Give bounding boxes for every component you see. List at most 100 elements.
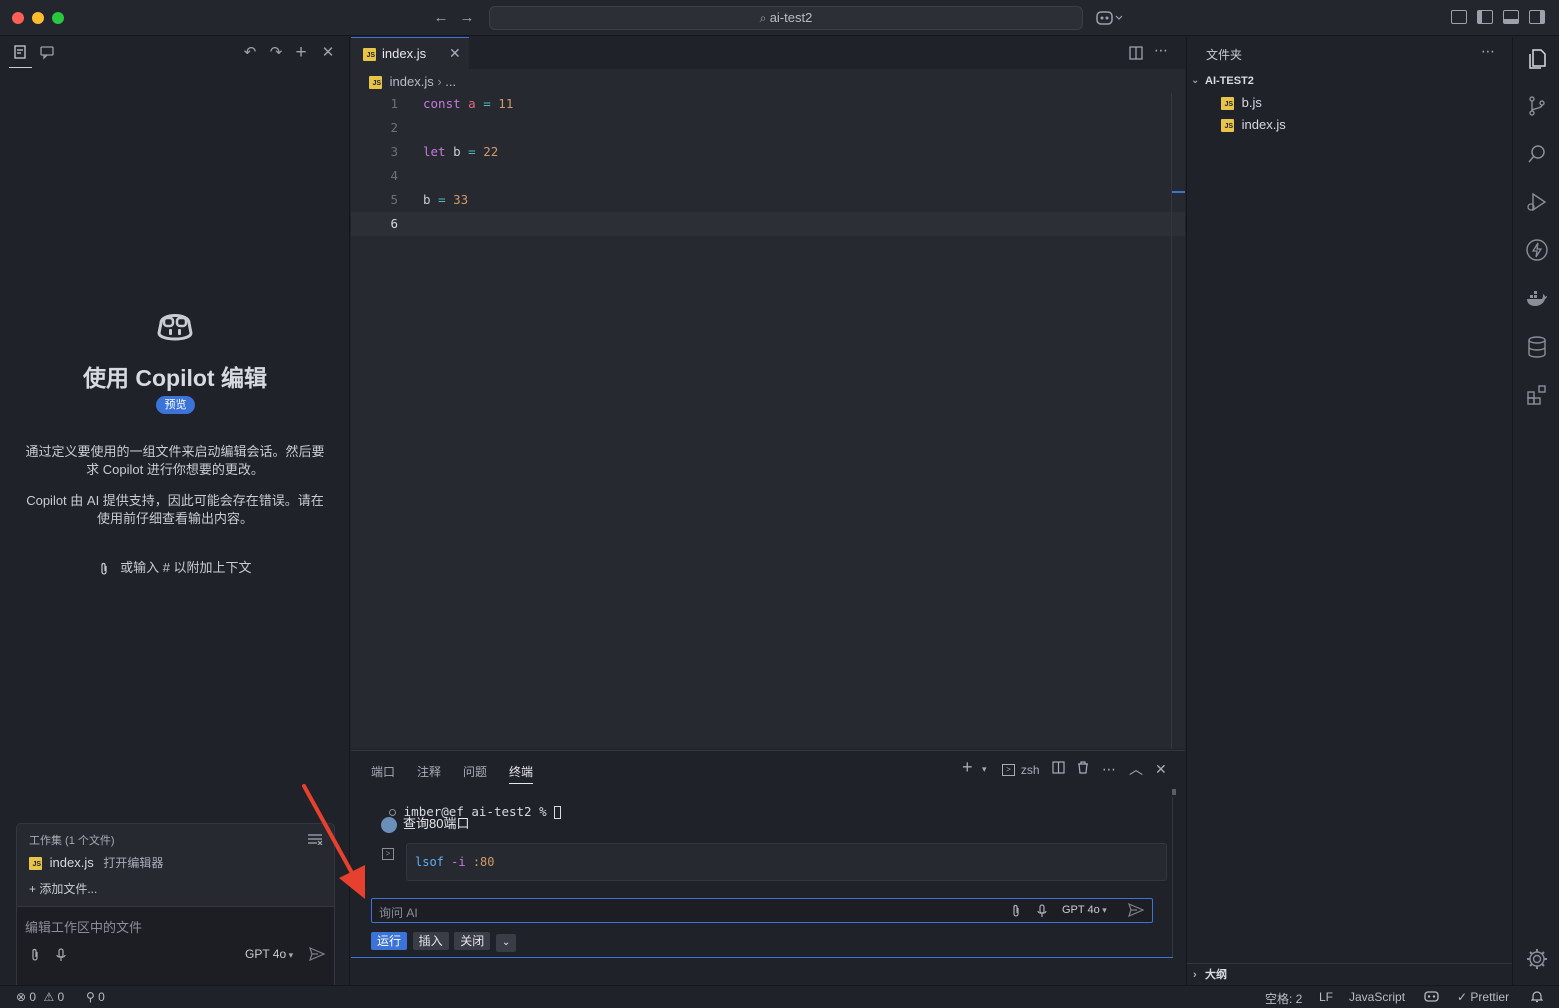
split-terminal-icon[interactable] [1052, 760, 1065, 778]
check-icon: ✓ [1457, 990, 1468, 1004]
copilot-panel-toolbar: ↶ ↷ + ✕ [0, 37, 350, 69]
focus-indicator [351, 957, 1173, 958]
new-terminal-plus-icon[interactable]: + [962, 758, 973, 776]
new-session-plus-icon[interactable]: + [292, 43, 310, 62]
code-line[interactable]: 5 b = 33 [351, 188, 1185, 212]
insert-button[interactable]: 插入 [412, 932, 449, 950]
run-debug-icon[interactable] [1525, 190, 1549, 214]
customize-layout-icon[interactable] [1451, 10, 1467, 24]
attach-paperclip-icon[interactable] [29, 948, 41, 965]
command-center-search[interactable]: ⌕ ai-test2 [489, 6, 1083, 30]
chevron-down-icon[interactable]: ▾ [982, 760, 987, 778]
copilot-status-icon[interactable] [1424, 990, 1439, 1006]
tab-problems[interactable]: 问题 [463, 763, 487, 780]
activity-bar [1512, 37, 1559, 985]
close-button[interactable]: 关闭 [454, 932, 491, 950]
breadcrumb-symbol[interactable]: ... [445, 74, 456, 89]
explorer-sidebar: 文件夹 ⋯ ⌄ AI-TEST2 JS b.js JS index.js › 大… [1186, 37, 1512, 985]
copilot-menu-icon[interactable] [1096, 9, 1126, 27]
code-line-current[interactable]: 6 [351, 212, 1185, 236]
toggle-secondary-sidebar-icon[interactable] [1529, 10, 1545, 24]
lightning-icon[interactable] [1525, 238, 1549, 262]
send-icon[interactable] [309, 946, 326, 964]
suggested-command-box[interactable]: lsof -i :80 [406, 843, 1167, 881]
line-number: 3 [390, 144, 398, 159]
attach-paperclip-icon[interactable] [1010, 904, 1022, 921]
edit-input-toolbar: GPT 4o ▾ [25, 945, 328, 967]
gear-icon[interactable] [1525, 947, 1549, 971]
terminal-command-icon: > [382, 848, 394, 860]
trash-icon[interactable] [1077, 760, 1089, 778]
forward-arrow-icon[interactable]: → [457, 8, 477, 28]
redo-icon[interactable]: ↷ [267, 44, 285, 62]
source-control-icon[interactable] [1525, 94, 1549, 118]
working-set-file-row[interactable]: JS index.js 打开编辑器 [29, 854, 163, 871]
close-panel-icon[interactable]: ✕ [1155, 760, 1167, 778]
toggle-panel-icon[interactable] [1503, 10, 1519, 24]
line-number: 1 [390, 96, 398, 111]
model-name: GPT 4o [1062, 904, 1100, 916]
run-button[interactable]: 运行 [371, 932, 408, 950]
minimize-window-button[interactable] [32, 12, 44, 24]
breadcrumb-file[interactable]: index.js [390, 74, 434, 89]
maximize-panel-icon[interactable]: ︿ [1129, 760, 1143, 778]
model-picker[interactable]: GPT 4o ▾ [1062, 904, 1107, 916]
explorer-files-icon[interactable] [1525, 47, 1549, 71]
more-actions-icon[interactable]: ⋯ [1481, 43, 1495, 60]
description-text: 通过定义要使用的一组文件来启动编辑会话。然后要求 Copilot 进行你想要的更… [25, 444, 325, 477]
indentation-status[interactable]: 空格: 2 [1265, 990, 1302, 1007]
file-item-index-js[interactable]: JS index.js [1221, 117, 1286, 133]
add-files-button[interactable]: + 添加文件... [29, 880, 97, 897]
code-line[interactable]: 3 let b = 22 [351, 140, 1185, 164]
model-picker[interactable]: GPT 4o ▾ [245, 947, 293, 961]
copilot-logo-icon [153, 309, 197, 345]
ports-status[interactable]: ⚲ 0 [86, 990, 105, 1004]
command-arg: :80 [472, 855, 495, 869]
close-window-button[interactable] [12, 12, 24, 24]
close-tab-icon[interactable]: ✕ [449, 45, 461, 62]
split-editor-icon[interactable] [1129, 46, 1143, 63]
file-name: index.js [1241, 117, 1286, 132]
maximize-window-button[interactable] [52, 12, 64, 24]
outline-title: 大纲 [1205, 969, 1227, 981]
eol-status[interactable]: LF [1319, 990, 1333, 1004]
copilot-edits-tab-icon[interactable] [11, 44, 29, 62]
microphone-icon[interactable] [1036, 904, 1048, 921]
tab-terminal[interactable]: 终端 [509, 763, 534, 784]
more-options-chevron-icon[interactable]: ⌄ [495, 934, 517, 952]
code-line[interactable]: 2 [351, 116, 1185, 140]
undo-icon[interactable]: ↶ [241, 44, 259, 62]
more-actions-icon[interactable]: ⋯ [1154, 42, 1168, 59]
more-actions-icon[interactable]: ⋯ [1102, 760, 1116, 778]
code-line[interactable]: 1 const a = 11 [351, 92, 1185, 116]
terminal-shell-selector[interactable]: > zsh [1002, 760, 1040, 779]
code-line[interactable]: 4 [351, 164, 1185, 188]
docker-icon[interactable] [1525, 287, 1549, 311]
search-icon[interactable] [1525, 142, 1549, 166]
open-editors-label[interactable]: 打开编辑器 [103, 856, 163, 870]
editor-tab-index-js[interactable]: JS index.js ✕ [351, 37, 469, 69]
toggle-primary-sidebar-icon[interactable] [1477, 10, 1493, 24]
language-mode-status[interactable]: JavaScript [1349, 990, 1405, 1004]
prettier-status[interactable]: ✓ Prettier [1457, 990, 1509, 1004]
extensions-icon[interactable] [1525, 383, 1549, 407]
close-panel-icon[interactable]: ✕ [319, 44, 337, 62]
broadcast-icon: ⚲ [86, 990, 95, 1004]
microphone-icon[interactable] [55, 948, 67, 965]
copilot-chat-tab-icon[interactable] [38, 44, 56, 62]
tab-ports[interactable]: 端口 [371, 763, 395, 780]
bell-icon[interactable] [1530, 990, 1544, 1006]
disclaimer-text: Copilot 由 AI 提供支持，因此可能会存在错误。请在使用前仔细查看输出内… [26, 493, 324, 526]
database-icon[interactable] [1525, 335, 1549, 359]
terminal-scrollbar[interactable] [1172, 789, 1176, 795]
back-arrow-icon[interactable]: ← [431, 8, 451, 28]
tab-comments[interactable]: 注释 [417, 763, 441, 780]
outline-section[interactable]: › 大纲 [1187, 963, 1512, 985]
js-file-icon: JS [1221, 97, 1234, 111]
problems-status[interactable]: ⊗ 0 ⚠ 0 [16, 990, 64, 1004]
send-icon[interactable] [1128, 902, 1145, 920]
paperclip-icon [98, 560, 120, 575]
ask-ai-input[interactable]: 询问 AI GPT 4o ▾ [371, 898, 1153, 923]
folder-root[interactable]: ⌄ AI-TEST2 [1187, 71, 1512, 91]
file-item-b-js[interactable]: JS b.js [1221, 95, 1262, 111]
